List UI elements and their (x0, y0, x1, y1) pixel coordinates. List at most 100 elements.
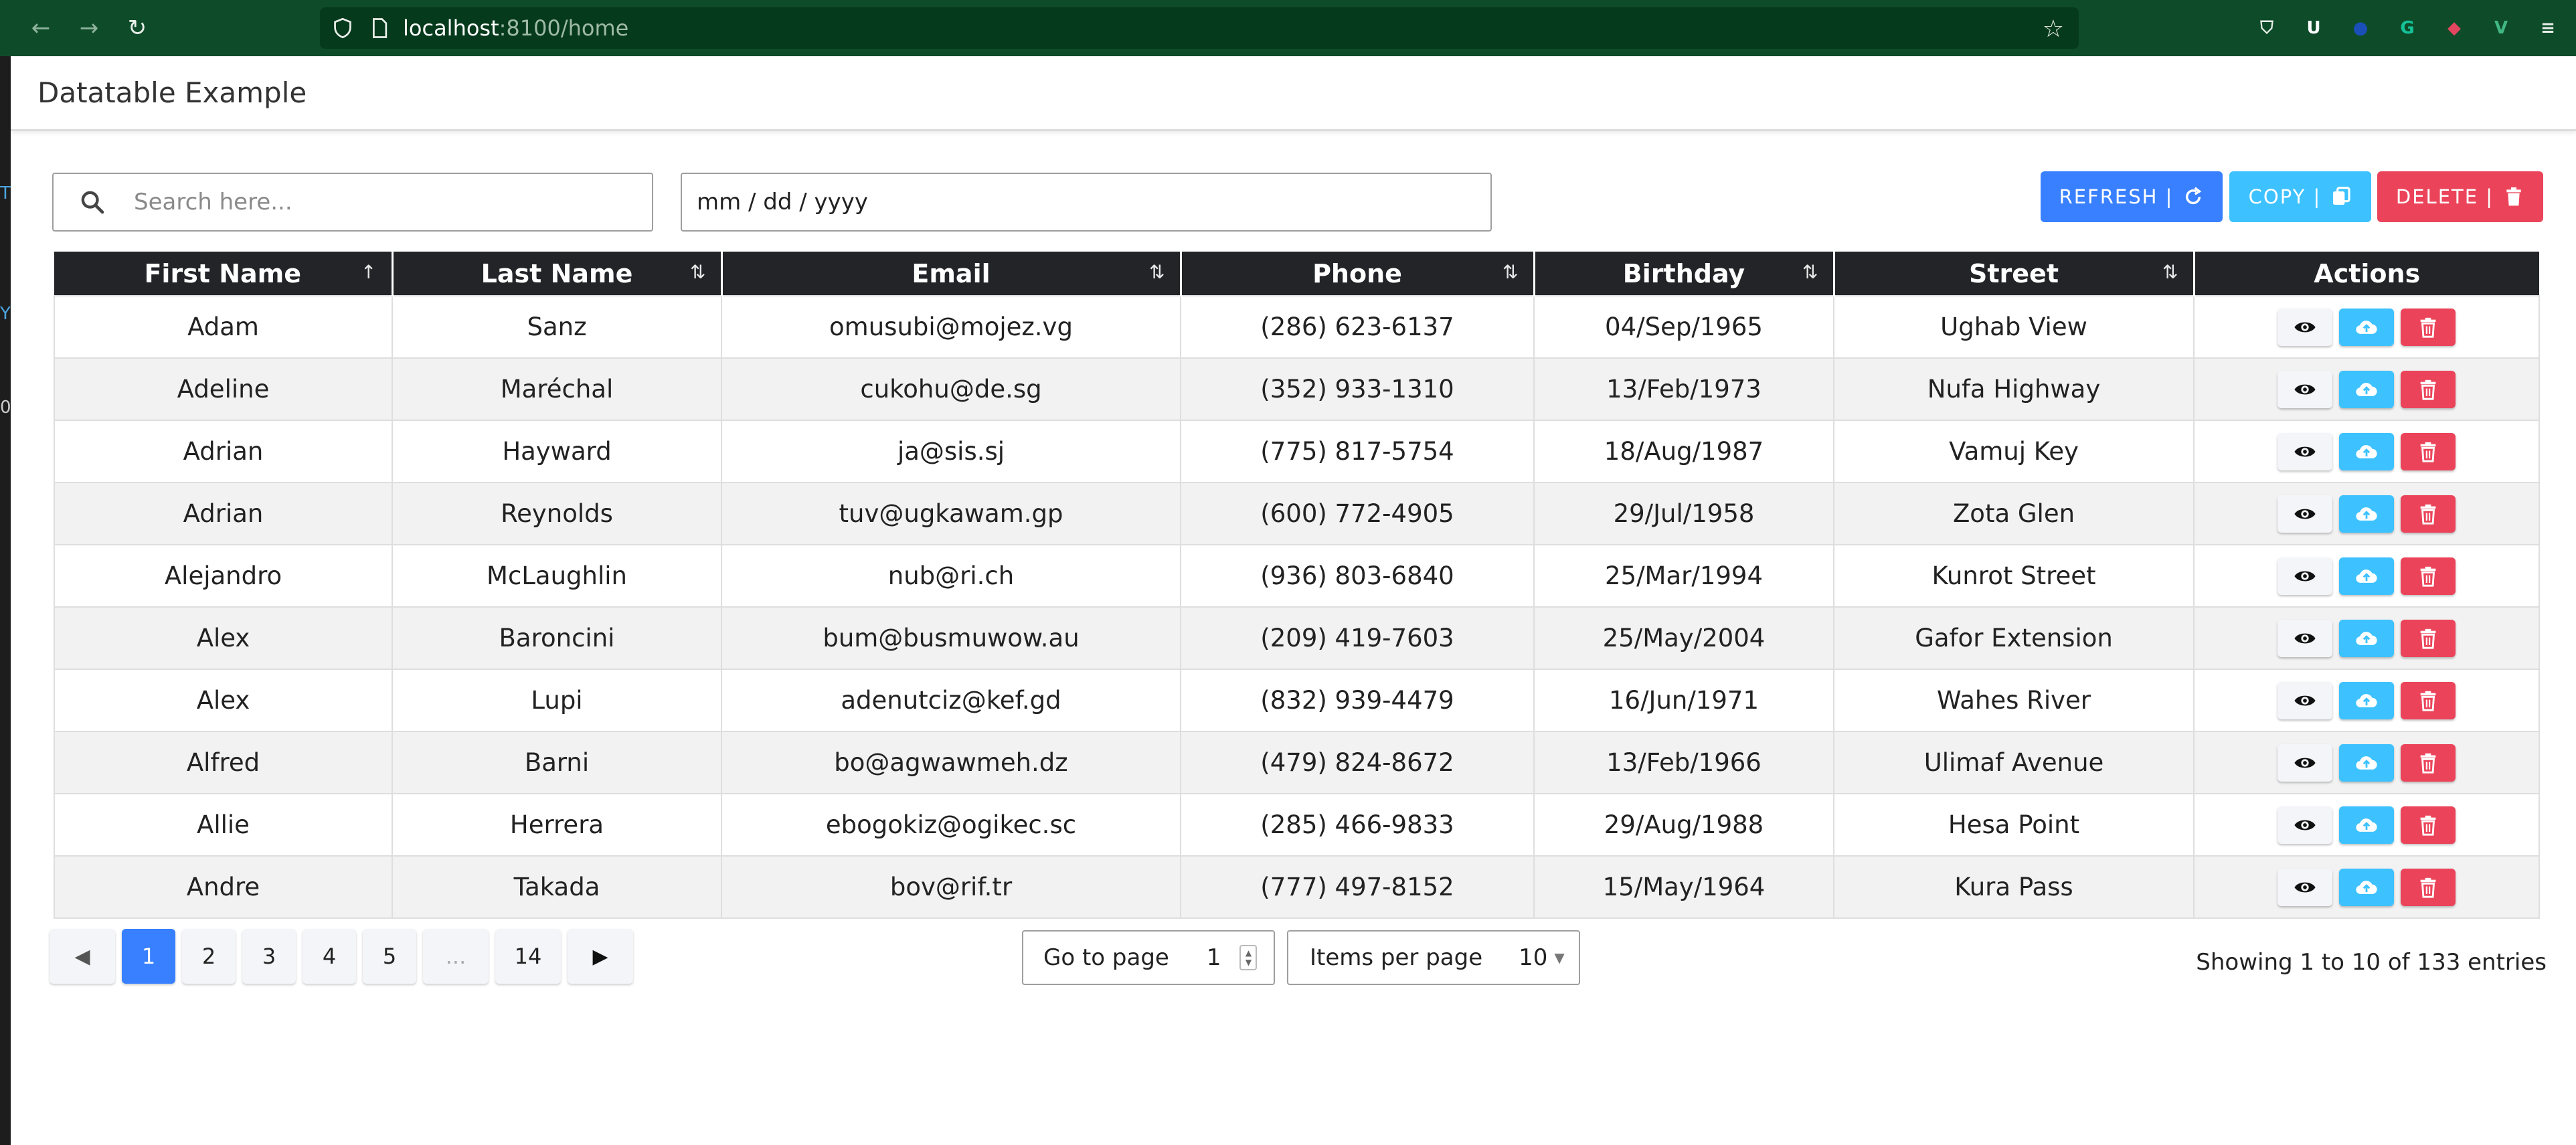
column-header-last-name[interactable]: Last Name ⇅ (392, 252, 723, 296)
circle-extension-icon[interactable]: ● (2346, 13, 2375, 43)
back-arrow-icon[interactable]: ← (20, 7, 62, 49)
page-button-1[interactable]: 1 (122, 929, 175, 984)
delete-row-button[interactable] (2401, 557, 2456, 595)
view-row-button[interactable] (2278, 370, 2332, 408)
copy-button[interactable]: COPY | (2229, 171, 2371, 222)
table-row: Alejandro McLaughlin nub@ri.ch (936) 803-68… (54, 544, 2540, 608)
cell-email: tuv@ugkawam.gp (721, 482, 1181, 545)
upload-row-button[interactable] (2339, 868, 2394, 906)
page-button-14[interactable]: 14 (495, 929, 561, 984)
delete-row-button[interactable] (2401, 308, 2456, 346)
page-button-3[interactable]: 3 (242, 929, 296, 984)
tracking-shield-icon (334, 17, 351, 39)
reload-icon[interactable]: ↻ (116, 7, 158, 49)
cell-street: Zota Glen (1833, 482, 2195, 545)
row-actions (2195, 681, 2539, 719)
column-header-email[interactable]: Email ⇅ (721, 252, 1182, 296)
shield-extension-icon[interactable]: ◆ (2439, 13, 2469, 43)
table-row: Alfred Barni bo@agwawmeh.dz (479) 824-8672 1… (54, 731, 2540, 794)
previous-page-button[interactable]: ◀ (50, 929, 115, 984)
cell-phone: (936) 803-6840 (1180, 544, 1535, 608)
vue-devtools-icon[interactable]: V (2486, 13, 2516, 43)
upload-row-button[interactable] (2339, 432, 2394, 470)
delete-row-button[interactable] (2401, 868, 2456, 906)
search-icon (81, 191, 104, 214)
column-header-first-name[interactable]: First Name ↑ (54, 252, 394, 296)
cloud-upload-icon (2356, 444, 2377, 458)
cell-email: ebogokiz@ogikec.sc (721, 793, 1181, 857)
page-button-5[interactable]: 5 (363, 929, 416, 984)
pocket-icon[interactable]: ⛉ (2252, 13, 2282, 43)
column-header-street[interactable]: Street ⇅ (1834, 252, 2195, 296)
view-row-button[interactable] (2278, 619, 2332, 657)
row-actions (2195, 806, 2539, 844)
delete-row-button[interactable] (2401, 743, 2456, 782)
sort-icon[interactable]: ⇅ (2162, 261, 2178, 283)
page-button-2[interactable]: 2 (182, 929, 236, 984)
delete-row-button[interactable] (2401, 432, 2456, 470)
view-row-button[interactable] (2278, 868, 2332, 906)
grammarly-icon[interactable]: G (2393, 13, 2422, 43)
upload-row-button[interactable] (2339, 806, 2394, 844)
sort-icon[interactable]: ⇅ (1149, 261, 1165, 283)
delete-button[interactable]: DELETE | (2377, 171, 2543, 222)
page-stepper-icon[interactable]: ▲ ▼ (1239, 945, 1258, 970)
search-box[interactable] (52, 173, 653, 232)
upload-row-button[interactable] (2339, 370, 2394, 408)
view-row-button[interactable] (2278, 743, 2332, 782)
sort-icon[interactable]: ⇅ (690, 261, 705, 283)
url-path: :8100/home (499, 15, 629, 41)
goto-page-value[interactable]: 1 (1207, 944, 1221, 971)
delete-row-button[interactable] (2401, 681, 2456, 719)
sort-ascending-icon[interactable]: ↑ (361, 261, 376, 283)
table-row: Alex Baroncini bum@busmuwow.au (209) 419-76… (54, 606, 2540, 670)
upload-row-button[interactable] (2339, 681, 2394, 719)
search-input[interactable] (134, 189, 616, 215)
view-row-button[interactable] (2278, 557, 2332, 595)
page-ellipsis: ... (423, 929, 489, 984)
url-host: localhost (403, 15, 499, 41)
items-per-page-select[interactable]: Items per page 10 ▼ (1287, 930, 1580, 985)
column-header-birthday[interactable]: Birthday ⇅ (1534, 252, 1835, 296)
cell-actions (2193, 420, 2540, 483)
column-header-label: First Name (144, 258, 302, 288)
bookmark-star-icon[interactable]: ☆ (2043, 15, 2064, 43)
cell-first-name: Adeline (54, 357, 393, 421)
upload-row-button[interactable] (2339, 557, 2394, 595)
cell-last-name: Barni (392, 731, 722, 794)
caret-down-icon: ▼ (1554, 950, 1565, 966)
upload-row-button[interactable] (2339, 308, 2394, 346)
view-row-button[interactable] (2278, 432, 2332, 470)
view-row-button[interactable] (2278, 495, 2332, 533)
cell-phone: (777) 497-8152 (1180, 855, 1535, 919)
sort-icon[interactable]: ⇅ (1802, 261, 1818, 283)
goto-page-field[interactable]: Go to page 1 ▲ ▼ (1022, 930, 1275, 985)
page-button-4[interactable]: 4 (303, 929, 356, 984)
user-extension-icon[interactable]: U (2299, 13, 2328, 43)
upload-row-button[interactable] (2339, 743, 2394, 782)
cell-last-name: Sanz (392, 295, 722, 359)
next-page-button[interactable]: ▶ (568, 929, 633, 984)
row-actions (2195, 743, 2539, 782)
forward-arrow-icon[interactable]: → (68, 7, 110, 49)
date-input[interactable]: mm / dd / yyyy (681, 173, 1492, 232)
cell-first-name: Alejandro (54, 544, 393, 608)
delete-row-button[interactable] (2401, 370, 2456, 408)
delete-row-button[interactable] (2401, 495, 2456, 533)
column-header-phone[interactable]: Phone ⇅ (1181, 252, 1535, 296)
view-row-button[interactable] (2278, 806, 2332, 844)
menu-icon[interactable]: ≡ (2533, 13, 2563, 43)
refresh-button[interactable]: REFRESH | (2041, 171, 2223, 222)
view-row-button[interactable] (2278, 681, 2332, 719)
upload-row-button[interactable] (2339, 495, 2394, 533)
refresh-label: REFRESH | (2059, 185, 2174, 208)
view-row-button[interactable] (2278, 308, 2332, 346)
delete-row-button[interactable] (2401, 619, 2456, 657)
upload-row-button[interactable] (2339, 619, 2394, 657)
trash-icon (2420, 877, 2436, 898)
delete-row-button[interactable] (2401, 806, 2456, 844)
sort-icon[interactable]: ⇅ (1502, 261, 1518, 283)
address-bar[interactable]: localhost:8100/home ☆ (320, 7, 2079, 49)
row-actions (2195, 432, 2539, 470)
cell-phone: (209) 419-7603 (1180, 606, 1535, 670)
